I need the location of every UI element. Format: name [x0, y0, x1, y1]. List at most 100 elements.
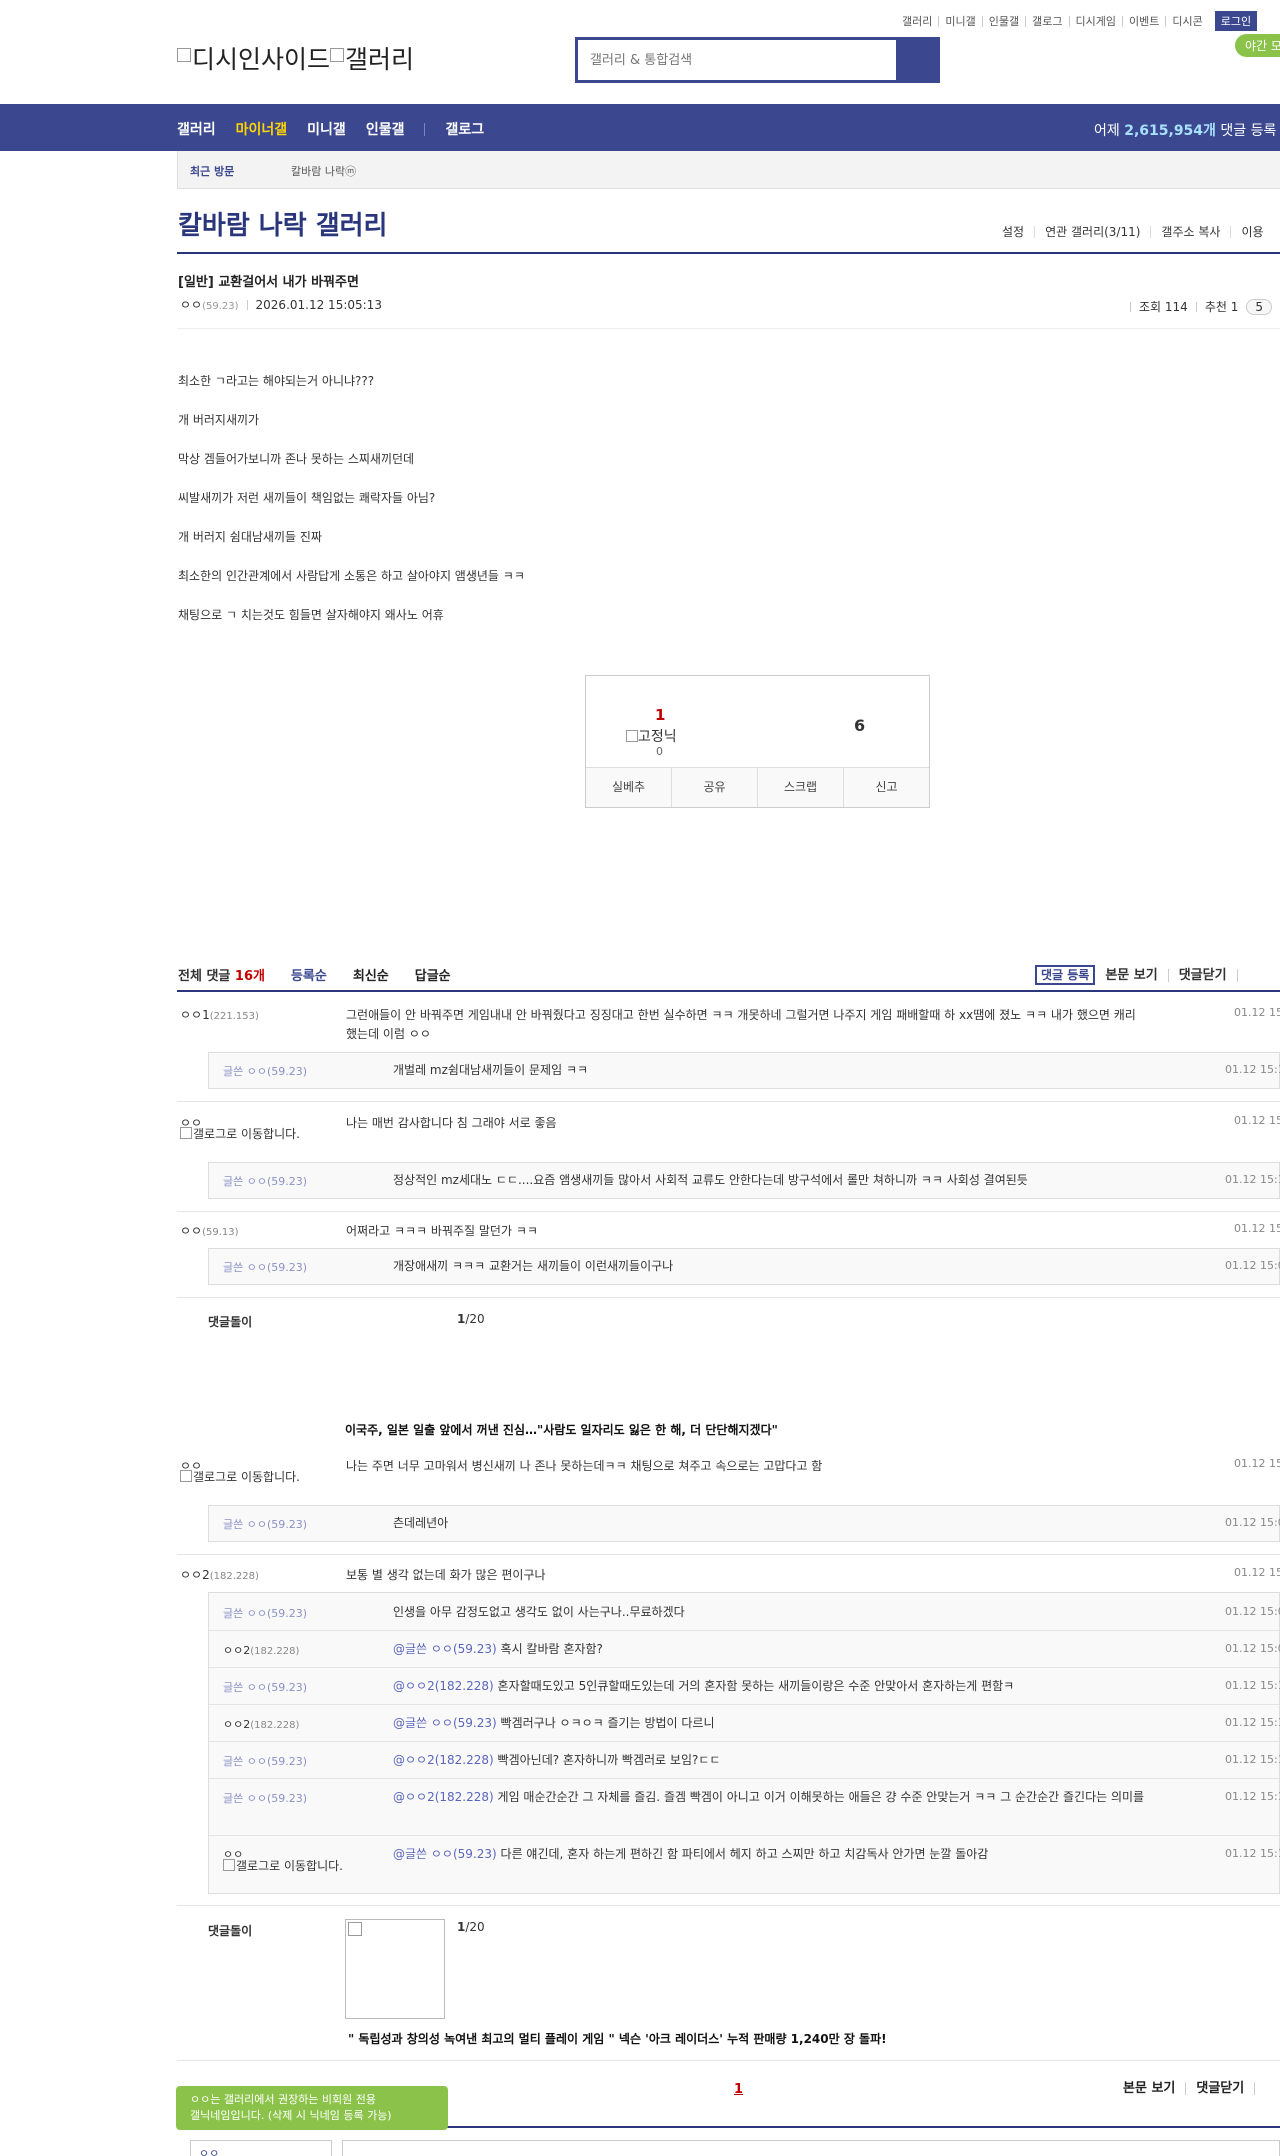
broken-image-icon	[626, 730, 638, 742]
reply-date: 01.12 15:1	[1225, 1847, 1280, 1860]
reply-item: 글쓴 ㅇㅇ(59.23) @ㅇㅇ2(182.228) 빡겜아닌데? 혼자하니까 …	[209, 1741, 1280, 1778]
search-bar	[575, 37, 940, 83]
reply-item: 글쓴 ㅇㅇ(59.23) 정상적인 mz세대노 ㄷㄷ....요즘 앰생새끼들 많…	[209, 1163, 1280, 1198]
reply-author[interactable]: 글쓴 ㅇㅇ(59.23)	[223, 1063, 307, 1079]
comment-count-pill[interactable]: 5	[1246, 299, 1272, 315]
reply-item: ㅇㅇ 갤로그로 이동합니다. @글쓴 ㅇㅇ(59.23) 다른 얘긴데, 혼자 …	[209, 1835, 1280, 1893]
comment-author[interactable]: ㅇㅇ(59.13)	[180, 1222, 239, 1239]
post-body-line: 최소한 ㄱ라고는 해야되는거 아니냐???	[178, 374, 375, 388]
comment-textarea[interactable]	[342, 2140, 1280, 2156]
copy-address-link[interactable]: 갤주소 복사	[1151, 226, 1232, 238]
reply-list: 글쓴 ㅇㅇ(59.23) 정상적인 mz세대노 ㄷㄷ....요즘 앰생새끼들 많…	[208, 1162, 1280, 1199]
search-icon	[909, 53, 924, 67]
comment-date: 01.12 15	[1234, 1222, 1280, 1235]
top-link-minigall[interactable]: 미니갤	[939, 15, 983, 27]
reply-author[interactable]: 글쓴 ㅇㅇ(59.23)	[223, 1259, 307, 1275]
comment-page-info: 1/20	[457, 1312, 485, 1326]
post-date: 2026.01.12 15:05:13	[255, 298, 382, 312]
night-mode-button[interactable]: 야간 모	[1235, 34, 1280, 57]
reply-author[interactable]: ㅇㅇ2(182.228)	[223, 1716, 299, 1732]
gallery-tools: 설정 연관 갤러리(3/11) 갤주소 복사 이용	[1002, 226, 1274, 238]
top-link-persongall[interactable]: 인물갤	[983, 15, 1027, 27]
gallery-title[interactable]: 칼바람 나락 갤러리	[178, 205, 387, 242]
comment-register-button[interactable]: 댓글 등록	[1035, 965, 1096, 985]
comments-count: 16개	[234, 969, 265, 984]
reply-list: 글쓴 ㅇㅇ(59.23) 인생을 아무 감정도없고 생각도 없이 사는구나..무…	[208, 1592, 1280, 1894]
settings-link[interactable]: 설정	[1002, 226, 1036, 238]
reply-author[interactable]: 글쓴 ㅇㅇ(59.23)	[223, 1679, 307, 1695]
related-gallery-link[interactable]: 연관 갤러리(3/11)	[1035, 226, 1152, 238]
reply-author[interactable]: 글쓴 ㅇㅇ(59.23)	[223, 1173, 307, 1189]
reply-item: 글쓴 ㅇㅇ(59.23) @ㅇㅇ2(182.228) 게임 매순간순간 그 자체…	[209, 1778, 1280, 1835]
nav-item-mini-gallery[interactable]: 미니갤	[307, 119, 346, 139]
share-button[interactable]: 공유	[672, 768, 758, 807]
comment-page-1[interactable]: 1	[734, 2082, 743, 2097]
reply-author[interactable]: 글쓴 ㅇㅇ(59.23)	[223, 1790, 307, 1806]
reply-text: @글쓴 ㅇㅇ(59.23) 혹시 칼바람 혼자함?	[393, 1642, 603, 1656]
reply-item: 글쓴 ㅇㅇ(59.23) 츤데레년아 01.12 15:0	[209, 1506, 1280, 1541]
view-body-link[interactable]: 본문 보기	[1123, 2082, 1187, 2095]
site-logo[interactable]: 디시인사이드 갤러리	[177, 40, 414, 76]
reply-item: ㅇㅇ2(182.228) @글쓴 ㅇㅇ(59.23) 혹시 칼바람 혼자함? 0…	[209, 1630, 1280, 1667]
stat-prefix: 어제	[1094, 123, 1120, 139]
search-input[interactable]	[578, 40, 896, 80]
top-link-dccon[interactable]: 디시콘	[1166, 16, 1208, 27]
gallog-link[interactable]: 갤로그로 이동합니다.	[180, 1127, 300, 1141]
ad-headline[interactable]: " 독립성과 창의성 녹여낸 최고의 멀티 플레이 게임 " 넥슨 '아크 레이…	[348, 2030, 887, 2047]
gallog-link[interactable]: 갤로그로 이동합니다.	[180, 1470, 300, 1484]
upvote-button[interactable]: 고정닉	[626, 726, 677, 746]
sort-by-register[interactable]: 등록순	[291, 965, 327, 984]
reply-author[interactable]: 글쓴 ㅇㅇ(59.23)	[223, 1605, 307, 1621]
nav-item-person-gallery[interactable]: 인물갤	[366, 119, 405, 139]
reply-author[interactable]: 글쓴 ㅇㅇ(59.23)	[223, 1516, 307, 1532]
ad-image[interactable]	[345, 1919, 445, 2019]
reply-text: @ㅇㅇ2(182.228) 혼자할때도있고 5인큐할때도있는데 거의 혼자함 못…	[393, 1679, 1015, 1693]
broken-image-icon	[180, 1470, 192, 1482]
comment-author[interactable]: ㅇㅇ1(221.153)	[180, 1006, 259, 1023]
reply-item: 글쓴 ㅇㅇ(59.23) 개장애새끼 ㅋㅋㅋ 교환거는 새끼들이 이런새끼들이구…	[209, 1249, 1280, 1284]
post-stats: 조회 114 추천 1 5	[1122, 298, 1272, 315]
reply-author[interactable]: 글쓴 ㅇㅇ(59.23)	[223, 1753, 307, 1769]
comment-bot-label: 댓글돌이	[208, 1315, 253, 1329]
sort-by-latest[interactable]: 최신순	[353, 965, 389, 984]
top-link-gallery[interactable]: 갤러리	[902, 15, 940, 27]
nav-divider	[424, 122, 426, 136]
usage-link[interactable]: 이용	[1231, 226, 1273, 238]
reply-date: 01.12 15:0	[1225, 1605, 1280, 1618]
scrap-button[interactable]: 스크랩	[758, 768, 844, 807]
post-author-ip: (59.23)	[202, 301, 239, 312]
view-body-link[interactable]: 본문 보기	[1095, 968, 1169, 982]
recent-visit-item[interactable]: 칼바람 나락ⓜ	[291, 163, 356, 179]
nickname-field[interactable]: ㅇㅇ	[190, 2140, 332, 2156]
login-button[interactable]: 로그인	[1214, 11, 1258, 31]
recent-visit-label[interactable]: 최근 방문	[190, 163, 234, 179]
reply-text: @글쓴 ㅇㅇ(59.23) 빡겜러구나 ㅇㅋㅇㅋ 즐기는 방법이 다르니	[393, 1716, 715, 1730]
best-recommend-button[interactable]: 실베추	[586, 768, 672, 807]
nav-item-gallog[interactable]: 갤로그	[445, 119, 484, 139]
broken-image-icon	[223, 1859, 235, 1871]
comment-author[interactable]: ㅇㅇ2(182.228)	[180, 1566, 259, 1583]
report-button[interactable]: 신고	[844, 768, 929, 807]
top-link-gallog[interactable]: 갤로그	[1026, 15, 1070, 27]
close-comments-link[interactable]: 댓글닫기	[1186, 2082, 1256, 2095]
top-link-dcgame[interactable]: 디시게임	[1070, 15, 1123, 27]
reply-text: @글쓴 ㅇㅇ(59.23) 다른 얘긴데, 혼자 하는게 편하긴 함 파티에서 …	[393, 1847, 989, 1861]
post-recommend: 추천 1	[1204, 300, 1239, 314]
close-comments-link[interactable]: 댓글닫기	[1169, 968, 1238, 982]
ad-headline[interactable]: 이국주, 일본 일출 앞에서 꺼낸 진심…"사람도 일자리도 잃은 한 해, 더…	[345, 1421, 778, 1438]
reply-author[interactable]: ㅇㅇ2(182.228)	[223, 1642, 299, 1658]
post-author[interactable]: ㅇㅇ	[180, 298, 202, 312]
top-links: 갤러리 미니갤 인물갤 갤로그 디시게임 이벤트 디시콘 로그인	[902, 11, 1258, 31]
reply-date: 01.12 15:1	[1225, 1790, 1280, 1803]
search-button[interactable]	[896, 40, 937, 80]
reply-date: 01.12 15:1	[1225, 1063, 1280, 1076]
reply-item: 글쓴 ㅇㅇ(59.23) @ㅇㅇ2(182.228) 혼자할때도있고 5인큐할때…	[209, 1667, 1280, 1704]
broken-image-icon	[330, 48, 345, 62]
comments-header: 전체 댓글 16개 등록순 최신순 답글순	[178, 965, 451, 984]
nav-item-gallery[interactable]: 갤러리	[177, 119, 216, 139]
gallog-link[interactable]: 갤로그로 이동합니다.	[223, 1859, 343, 1873]
nav-item-minor-gallery[interactable]: 마이너갤	[236, 119, 288, 139]
sort-by-replies[interactable]: 답글순	[415, 965, 451, 984]
downvote-count[interactable]: 6	[854, 716, 865, 735]
top-link-event[interactable]: 이벤트	[1123, 15, 1167, 27]
